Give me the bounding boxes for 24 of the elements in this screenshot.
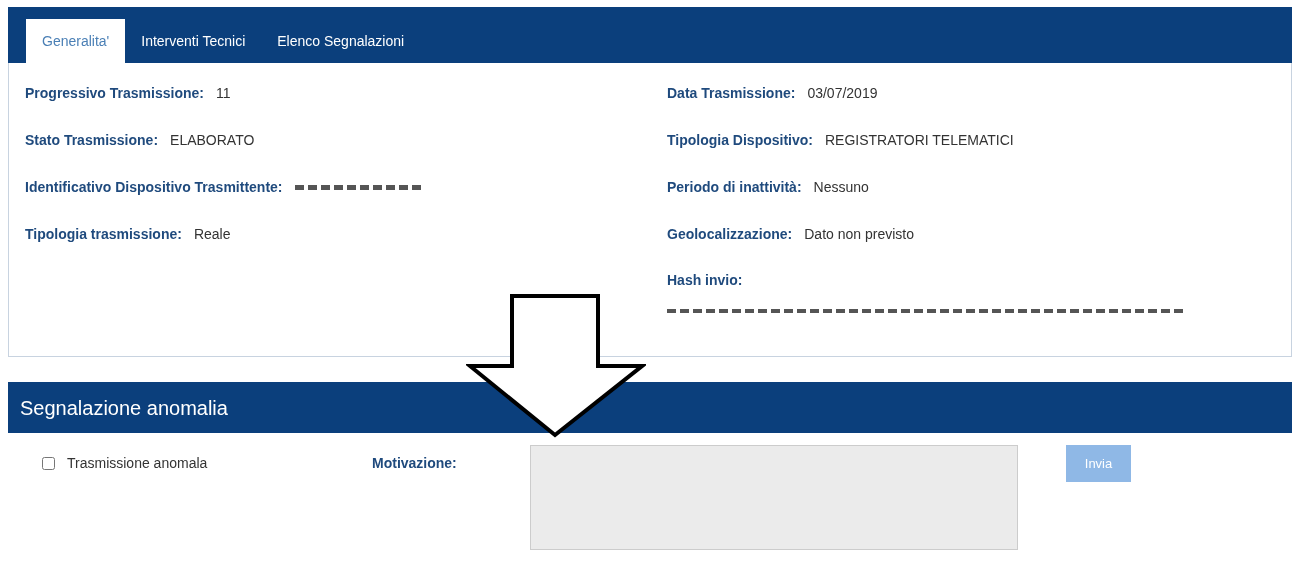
field-label: Data Trasmissione: bbox=[667, 84, 796, 103]
field-label: Tipologia trasmissione: bbox=[25, 225, 182, 244]
field-label: Identificativo Dispositivo Trasmittente: bbox=[25, 178, 283, 197]
field-value: 11 bbox=[215, 84, 231, 103]
field-value: ELABORATO bbox=[170, 131, 255, 150]
field-value: Dato non previsto bbox=[804, 225, 914, 244]
field-value: Reale bbox=[193, 225, 231, 244]
tab[interactable]: Generalita' bbox=[26, 19, 126, 63]
field-label: Stato Trasmissione: bbox=[25, 131, 159, 150]
section-title: Segnalazione anomalia bbox=[20, 395, 228, 421]
field-value: REGISTRATORI TELEMATICI bbox=[824, 131, 1014, 150]
field-value: Nessuno bbox=[813, 178, 869, 197]
tab[interactable]: Interventi Tecnici bbox=[125, 19, 262, 63]
down-arrow-icon bbox=[466, 294, 646, 438]
field-label: Progressivo Trasmissione: bbox=[25, 84, 204, 103]
field-label: Hash invio: bbox=[667, 271, 744, 290]
field-label: Periodo di inattività: bbox=[667, 178, 802, 197]
checkbox[interactable] bbox=[42, 457, 55, 470]
field-label: Motivazione: bbox=[372, 454, 458, 473]
field-label: Geolocalizzazione: bbox=[667, 225, 793, 244]
field-value: 03/07/2019 bbox=[807, 84, 878, 103]
field-label: Tipologia Dispositivo: bbox=[667, 131, 813, 150]
checkbox-label: Trasmissione anomala bbox=[67, 454, 208, 473]
tab[interactable]: Elenco Segnalazioni bbox=[261, 19, 421, 63]
